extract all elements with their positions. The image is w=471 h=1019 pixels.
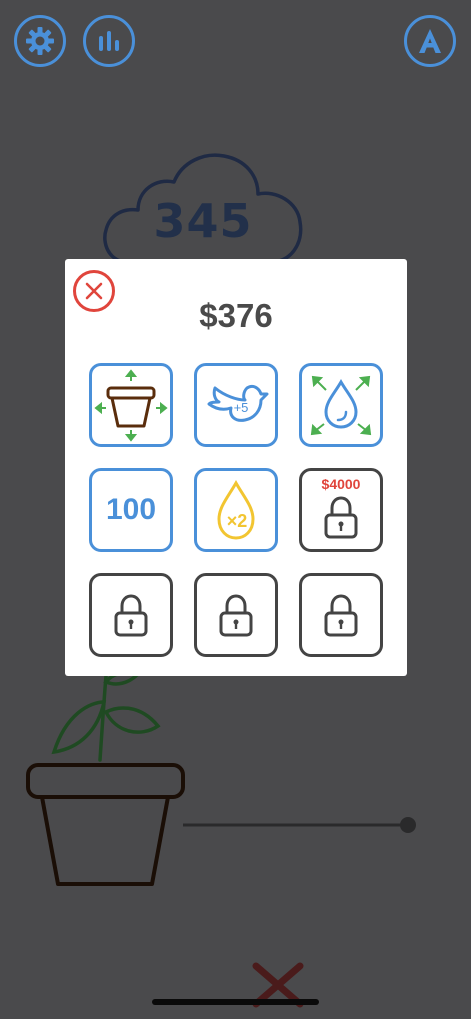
stats-button[interactable] [83, 15, 135, 67]
upgrade-100[interactable]: 100 [89, 468, 173, 552]
upgrade-grid: +5 100 ×2 $4000 [89, 363, 383, 659]
plant-scene [26, 670, 416, 886]
home-indicator[interactable] [152, 999, 319, 1005]
upgrade-water-x2[interactable]: ×2 [194, 468, 278, 552]
gear-icon [26, 27, 54, 55]
pot-icon [26, 763, 185, 886]
bird-bonus-label: +5 [234, 400, 249, 415]
upgrade-price: $4000 [321, 476, 361, 492]
water-level-slider[interactable] [183, 817, 416, 833]
drop-expand-icon [310, 375, 372, 436]
score-cloud: 345 [100, 150, 306, 268]
upgrade-water-capacity[interactable] [299, 363, 383, 447]
upgrade-bird[interactable]: +5 [194, 363, 278, 447]
achievements-button[interactable] [404, 15, 456, 67]
letter-a-icon [419, 29, 441, 53]
money-balance: $376 [199, 297, 273, 334]
bar-chart-icon [99, 31, 119, 51]
upgrade-locked[interactable] [299, 573, 383, 657]
plant-stem [51, 670, 161, 762]
shop-modal: $376 +5 100 ×2 $4000 [65, 259, 407, 676]
lock-icon [324, 594, 358, 637]
score-value: 345 [153, 194, 253, 248]
upgrade-locked-priced[interactable]: $4000 [299, 468, 383, 552]
settings-button[interactable] [14, 15, 66, 67]
lock-icon [324, 496, 358, 539]
pot-expand-icon [94, 369, 168, 442]
lock-icon [114, 594, 148, 637]
water-multiplier-label: ×2 [227, 511, 248, 531]
upgrade-locked[interactable] [89, 573, 173, 657]
drop-x2-icon: ×2 [217, 479, 255, 540]
upgrade-pot-size[interactable] [89, 363, 173, 447]
upgrade-locked[interactable] [194, 573, 278, 657]
bird-plus-5-icon: +5 [207, 384, 269, 422]
lock-icon [219, 594, 253, 637]
upgrade-100-label: 100 [105, 493, 157, 526]
